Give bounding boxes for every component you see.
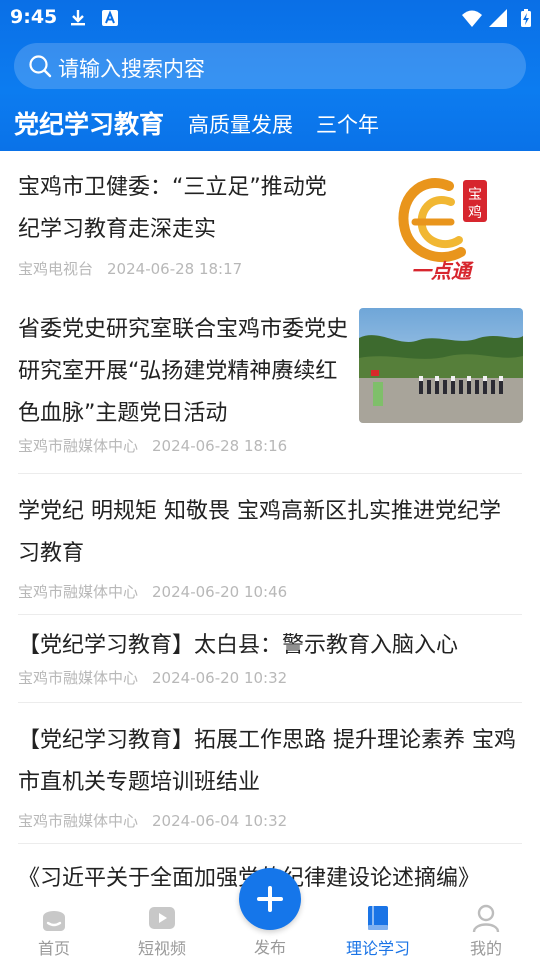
article-thumbnail-photo[interactable]	[359, 308, 523, 423]
article-meta: 宝鸡市融媒体中心 2024-06-28 18:16	[18, 435, 348, 456]
cell-signal-icon	[489, 9, 507, 27]
nav-theory-study-label: 理论学习	[345, 939, 410, 958]
tab-three-years[interactable]: 三个年	[316, 109, 379, 139]
user-icon	[472, 904, 500, 933]
article-time: 2024-06-20 10:46	[152, 583, 288, 601]
category-tabs: 党纪学习教育 高质量发展 三个年	[0, 105, 540, 145]
article-source: 宝鸡电视台	[18, 260, 94, 278]
article-thumbnail-logo[interactable]: 宝 鸡 一点通	[391, 164, 491, 280]
list-divider	[18, 843, 522, 844]
article-meta: 宝鸡电视台 2024-06-28 18:17	[18, 258, 348, 279]
article-title: 宝鸡市卫健委：“三立足”推动党纪学习教育走深走实	[18, 175, 327, 242]
list-item[interactable]: 学党纪 明规矩 知敬畏 宝鸡高新区扎实推进党纪学习教育 宝鸡市融媒体中心 2024…	[18, 491, 522, 602]
list-item[interactable]: 【党纪学习教育】太白县：警示教育入脑入心 宝鸡市融媒体中心 2024-06-20 …	[18, 625, 522, 688]
download-icon	[71, 10, 85, 26]
wifi-icon	[462, 10, 482, 27]
baoji-yidiantong-logo: 宝 鸡 一点通	[391, 164, 491, 280]
article-title: 学党纪 明规矩 知敬畏 宝鸡高新区扎实推进党纪学习教育	[18, 499, 501, 566]
article-source: 宝鸡市融媒体中心	[18, 812, 139, 830]
font-notification-icon	[102, 10, 118, 26]
article-title: 【党纪学习教育】拓展工作思路 提升理论素养 宝鸡市直机关专题培训班结业	[18, 728, 516, 795]
nav-theory-study[interactable]: 理论学习	[324, 895, 432, 960]
nav-publish-label: 发布	[253, 938, 286, 957]
nav-home[interactable]: 首页	[0, 895, 108, 960]
app-header: 9:45 请输入搜索内容 党纪学习教育 高质量发展 三个年	[0, 0, 540, 151]
status-bar: 9:45	[0, 0, 540, 36]
list-divider	[18, 614, 522, 615]
article-title: 【党纪学习教育】太白县：警示教育入脑入心	[18, 633, 459, 658]
logo-char-2: 鸡	[468, 204, 482, 221]
logo-bottom-text: 一点通	[411, 259, 474, 280]
search-placeholder: 请输入搜索内容	[58, 57, 205, 81]
nav-short-video-label: 短视频	[137, 939, 186, 958]
nav-home-label: 首页	[37, 939, 70, 958]
plus-icon-vertical	[268, 886, 272, 912]
search-bar[interactable]: 请输入搜索内容	[14, 43, 526, 89]
battery-icon	[521, 9, 531, 27]
article-time: 2024-06-28 18:17	[107, 260, 243, 278]
article-meta: 宝鸡市融媒体中心 2024-06-20 10:32	[18, 667, 522, 688]
tab-high-quality-development[interactable]: 高质量发展	[188, 109, 293, 139]
list-divider	[18, 702, 522, 703]
article-meta: 宝鸡市融媒体中心 2024-06-04 10:32	[18, 810, 522, 831]
article-source: 宝鸡市融媒体中心	[18, 437, 139, 455]
article-list: 宝鸡市卫健委：“三立足”推动党纪学习教育走深走实 宝鸡电视台 2024-06-28…	[0, 151, 540, 895]
article-title: 省委党史研究室联合宝鸡市委党史研究室开展“弘扬建党精神赓续红色血脉”主题党日活动	[18, 317, 349, 426]
publish-button[interactable]	[239, 868, 301, 930]
logo-char-1: 宝	[468, 187, 482, 203]
status-time: 9:45	[10, 6, 58, 28]
book-icon	[368, 906, 388, 930]
nav-short-video[interactable]: 短视频	[108, 895, 216, 960]
list-divider	[18, 473, 522, 474]
tab-party-discipline[interactable]: 党纪学习教育	[14, 105, 164, 141]
memorial-ceremony-photo	[359, 308, 523, 423]
search-icon	[29, 55, 52, 78]
article-source: 宝鸡市融媒体中心	[18, 583, 139, 601]
list-item[interactable]: 宝鸡市卫健委：“三立足”推动党纪学习教育走深走实 宝鸡电视台 2024-06-28…	[18, 167, 348, 279]
home-icon	[43, 911, 65, 931]
article-time: 2024-06-04 10:32	[152, 812, 288, 830]
list-item[interactable]: 【党纪学习教育】拓展工作思路 提升理论素养 宝鸡市直机关专题培训班结业 宝鸡市融…	[18, 720, 522, 831]
article-time: 2024-06-20 10:32	[152, 669, 288, 687]
article-source: 宝鸡市融媒体中心	[18, 669, 139, 687]
video-icon	[149, 907, 175, 929]
article-meta: 宝鸡市融媒体中心 2024-06-20 10:46	[18, 581, 522, 602]
nav-mine[interactable]: 我的	[432, 895, 540, 960]
nav-mine-label: 我的	[469, 939, 502, 958]
article-time: 2024-06-28 18:16	[152, 437, 288, 455]
list-item[interactable]: 省委党史研究室联合宝鸡市委党史研究室开展“弘扬建党精神赓续红色血脉”主题党日活动…	[18, 309, 348, 456]
